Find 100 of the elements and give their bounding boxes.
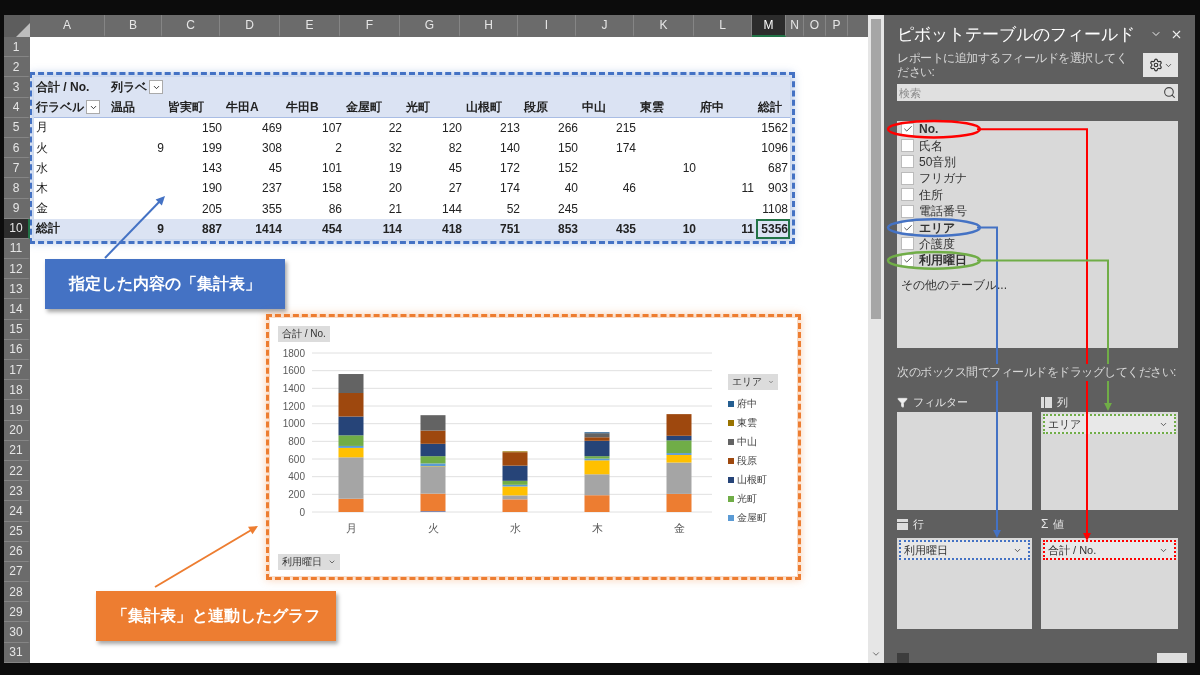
column-heading[interactable]: G xyxy=(400,15,460,37)
row-heading[interactable]: 14 xyxy=(4,299,30,320)
column-heading[interactable]: J xyxy=(576,15,634,37)
row-heading[interactable]: 26 xyxy=(4,541,30,562)
row-heading[interactable]: 24 xyxy=(4,501,30,522)
table-cell-text: 82 xyxy=(447,140,463,158)
table-cell-text: 27 xyxy=(447,180,463,198)
table-cell-text: 237 xyxy=(260,180,283,198)
scroll-down-icon[interactable] xyxy=(871,649,881,659)
row-heading[interactable]: 22 xyxy=(4,460,30,482)
more-tables-link[interactable]: その他のテーブル... xyxy=(901,276,1007,294)
row-heading[interactable]: 15 xyxy=(4,319,30,340)
row-heading[interactable]: 30 xyxy=(4,622,30,643)
table-cell-text: 158 xyxy=(320,180,343,198)
field-label: エリア xyxy=(919,221,955,234)
table-cell-text: 174 xyxy=(614,140,637,158)
row-heading[interactable]: 27 xyxy=(4,561,30,583)
row-heading[interactable]: 7 xyxy=(4,158,30,179)
bar-segment xyxy=(420,415,446,431)
column-heading[interactable]: C xyxy=(162,15,220,37)
column-heading[interactable]: F xyxy=(340,15,400,37)
row-heading[interactable]: 6 xyxy=(4,137,30,159)
column-heading[interactable]: E xyxy=(280,15,340,37)
field-checkbox[interactable] xyxy=(901,139,914,153)
field-label: 電話番号 xyxy=(919,205,967,218)
filter-dropdown[interactable] xyxy=(86,100,100,115)
bar-segment xyxy=(584,495,610,512)
table-cell-text: 418 xyxy=(440,220,463,238)
row-heading[interactable]: 12 xyxy=(4,259,30,280)
scrollbar[interactable] xyxy=(868,15,884,663)
column-heading[interactable]: P xyxy=(826,15,848,37)
row-heading[interactable]: 4 xyxy=(4,97,30,118)
row-heading[interactable]: 29 xyxy=(4,602,30,623)
legend-label: 金屋町 xyxy=(737,511,767,525)
table-cell-text: 215 xyxy=(614,119,637,137)
legend-label: 府中 xyxy=(737,397,757,411)
area-label: 値 xyxy=(1053,516,1065,532)
axis-field-button[interactable]: 利用曜日 xyxy=(278,554,340,570)
drop-area[interactable]: 合計 / No. xyxy=(1041,538,1178,629)
axis-label: 600 xyxy=(288,453,305,465)
row-heading[interactable]: 28 xyxy=(4,582,30,603)
table-cell-text: 469 xyxy=(260,119,283,137)
search-field[interactable]: 検索 xyxy=(897,84,1178,101)
table-cell-text: 190 xyxy=(200,180,223,198)
table-cell-text: 金 xyxy=(35,200,49,218)
field-checkbox[interactable] xyxy=(901,171,914,185)
row-heading[interactable]: 17 xyxy=(4,360,30,381)
filter-dropdown[interactable] xyxy=(149,80,163,95)
column-heading[interactable]: N xyxy=(786,15,804,37)
row-heading[interactable]: 8 xyxy=(4,178,30,199)
row-heading[interactable]: 13 xyxy=(4,279,30,300)
column-heading[interactable]: K xyxy=(634,15,694,37)
table-cell-text: 11 xyxy=(740,180,755,198)
table-cell-text: 9 xyxy=(156,140,165,158)
row-heading[interactable]: 9 xyxy=(4,198,30,219)
row-heading[interactable]: 21 xyxy=(4,440,30,461)
row-heading[interactable]: 31 xyxy=(4,642,30,663)
columns-icon xyxy=(1041,396,1052,408)
table-cell-text: 213 xyxy=(498,119,521,137)
legend-field-button[interactable]: エリア xyxy=(728,374,778,390)
select-all-corner[interactable] xyxy=(16,23,30,37)
column-heading[interactable]: O xyxy=(804,15,826,37)
table-cell-text: 10 xyxy=(681,160,697,178)
column-heading[interactable]: H xyxy=(460,15,518,37)
column-header: 山根町 xyxy=(464,97,522,118)
row-heading[interactable]: 1 xyxy=(4,37,30,58)
row-heading[interactable]: 23 xyxy=(4,481,30,502)
column-heading[interactable]: A xyxy=(30,15,105,37)
settings-button[interactable] xyxy=(1143,53,1178,77)
row-heading[interactable]: 19 xyxy=(4,400,30,421)
field-chip[interactable]: エリア xyxy=(1043,414,1176,434)
drop-area[interactable]: 利用曜日 xyxy=(897,538,1032,629)
table-cell-text: 150 xyxy=(556,140,579,158)
sigma-symbol: Σ xyxy=(1041,517,1049,531)
column-heading[interactable]: B xyxy=(105,15,162,37)
column-heading[interactable]: D xyxy=(220,15,280,37)
defer-checkbox[interactable] xyxy=(897,653,909,663)
field-chip[interactable]: 合計 / No. xyxy=(1043,540,1176,560)
column-heading[interactable]: M xyxy=(752,15,786,37)
row-heading[interactable]: 20 xyxy=(4,420,30,441)
table-cell-text: 86 xyxy=(327,200,343,218)
field-checkbox[interactable] xyxy=(901,237,914,251)
row-heading[interactable]: 11 xyxy=(4,238,30,260)
row-heading[interactable]: 5 xyxy=(4,117,30,138)
row-heading[interactable]: 16 xyxy=(4,339,30,360)
field-checkbox[interactable] xyxy=(901,155,914,169)
row-heading[interactable]: 3 xyxy=(4,77,30,98)
field-label: フリガナ xyxy=(919,172,967,185)
field-chip[interactable]: 利用曜日 xyxy=(899,540,1030,560)
row-heading[interactable]: 25 xyxy=(4,521,30,542)
table-cell-text: 454 xyxy=(320,220,343,238)
field-checkbox[interactable] xyxy=(901,204,914,218)
table-cell-text: 9 xyxy=(156,220,165,238)
row-heading[interactable]: 18 xyxy=(4,380,30,401)
drop-area[interactable]: エリア xyxy=(1041,412,1178,510)
field-checkbox[interactable] xyxy=(901,188,914,202)
row-heading[interactable]: 2 xyxy=(4,57,30,78)
column-heading[interactable]: I xyxy=(518,15,576,37)
row-heading[interactable]: 10 xyxy=(4,218,30,239)
value-field-button[interactable]: 合計 / No. xyxy=(278,326,330,342)
